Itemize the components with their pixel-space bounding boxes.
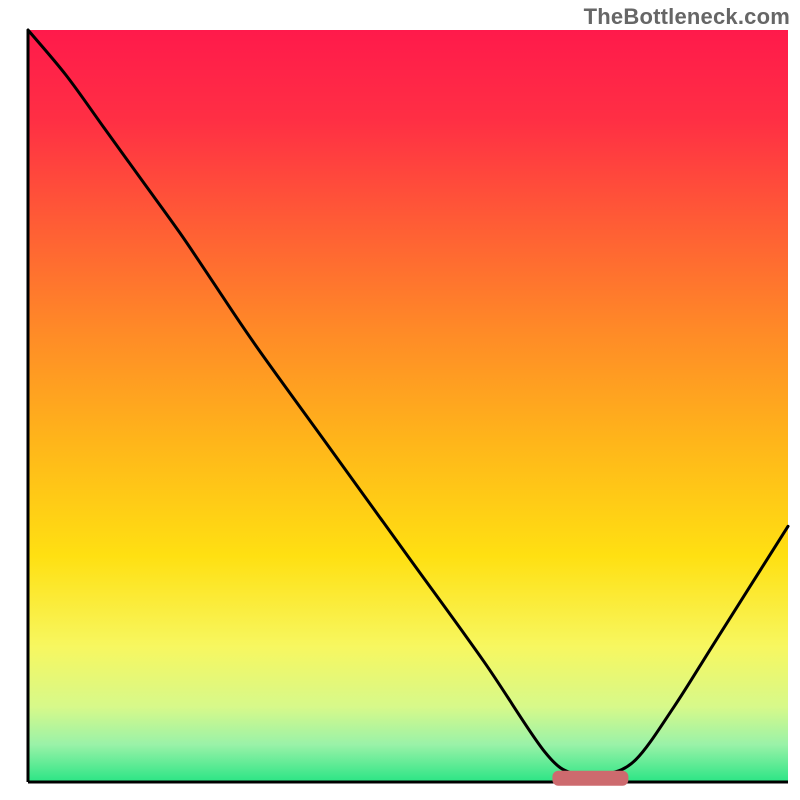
plot-background bbox=[28, 30, 788, 782]
watermark-text: TheBottleneck.com bbox=[584, 4, 790, 30]
bottleneck-chart bbox=[0, 0, 800, 800]
optimal-marker bbox=[552, 771, 628, 786]
